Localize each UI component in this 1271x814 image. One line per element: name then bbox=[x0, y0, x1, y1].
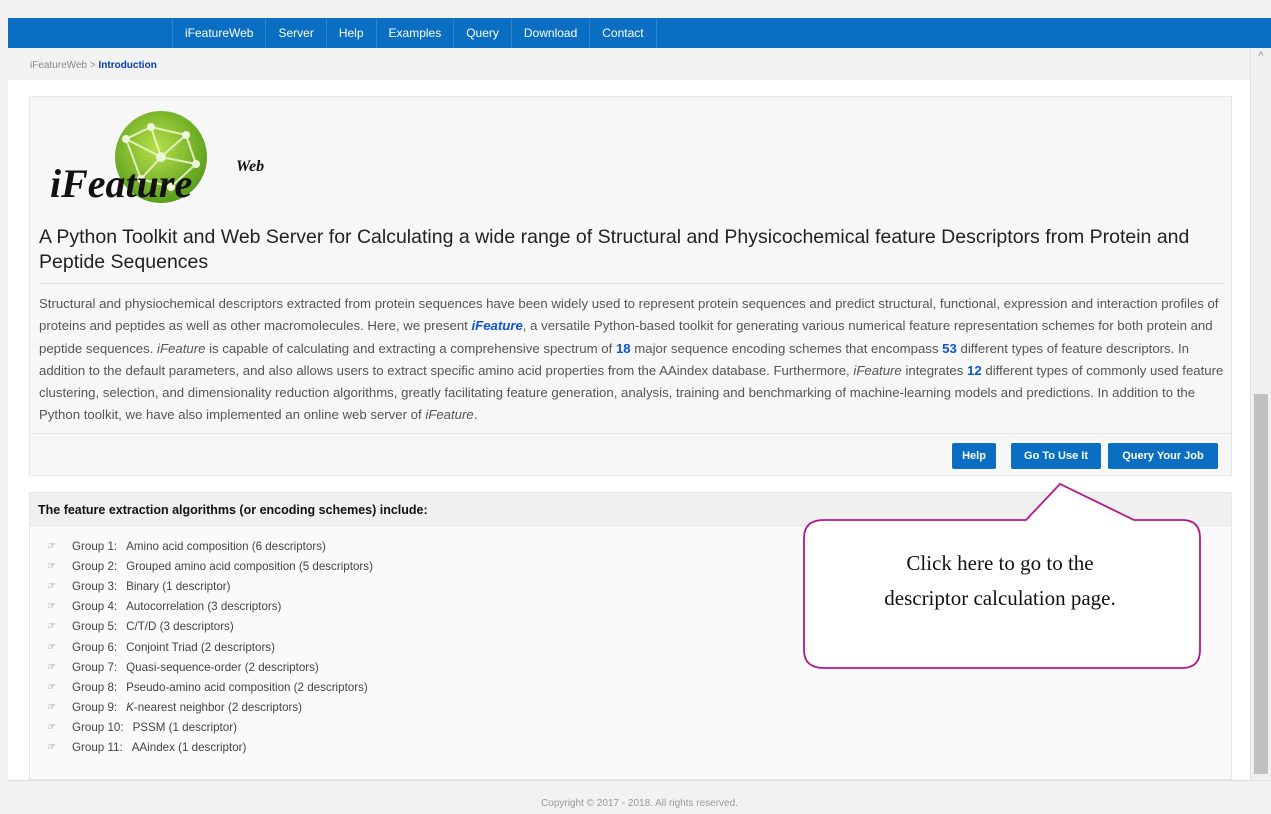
ifeature-logo: iFeature Web bbox=[50, 111, 264, 206]
callout-line-1: Click here to go to the bbox=[906, 551, 1094, 575]
list-item: ☞ Group 7: Quasi-sequence-order (2 descrip… bbox=[47, 660, 319, 674]
nav-items: iFeatureWeb Server Help Examples Query D… bbox=[172, 18, 657, 48]
hand-pointer-icon: ☞ bbox=[47, 580, 56, 592]
hand-pointer-icon: ☞ bbox=[47, 702, 56, 714]
top-navbar: iFeatureWeb Server Help Examples Query D… bbox=[8, 18, 1271, 48]
scroll-thumb[interactable] bbox=[1254, 394, 1268, 774]
list-item: ☞ Group 1: Amino acid composition (6 descr… bbox=[47, 539, 326, 553]
list-item: ☞ Group 5: C/T/D (3 descriptors) bbox=[47, 620, 234, 634]
hand-pointer-icon: ☞ bbox=[47, 742, 56, 754]
footer: Copyright © 2017 - 2018. All rights rese… bbox=[8, 780, 1271, 814]
page-title: A Python Toolkit and Web Server for Calc… bbox=[39, 226, 1190, 273]
help-button[interactable]: Help bbox=[952, 443, 996, 469]
nav-item-download[interactable]: Download bbox=[512, 18, 591, 48]
nav-item-help[interactable]: Help bbox=[327, 18, 377, 48]
title-divider bbox=[39, 283, 1223, 284]
go-to-use-it-button[interactable]: Go To Use It bbox=[1011, 443, 1101, 469]
query-your-job-button[interactable]: Query Your Job bbox=[1108, 443, 1218, 469]
hand-pointer-icon: ☞ bbox=[47, 540, 56, 552]
list-item: ☞ Group 6: Conjoint Triad (2 descriptors) bbox=[47, 640, 275, 654]
list-item: ☞ Group 8: Pseudo-amino acid composition (… bbox=[47, 680, 368, 694]
hand-pointer-icon: ☞ bbox=[47, 641, 56, 653]
breadcrumb-separator: > bbox=[87, 60, 99, 71]
hand-pointer-icon: ☞ bbox=[47, 681, 56, 693]
list-item: ☞ Group 2: Grouped amino acid composition … bbox=[47, 559, 373, 573]
list-item: ☞ Group 3: Binary (1 descriptor) bbox=[47, 579, 231, 593]
logo-superscript: Web bbox=[236, 158, 264, 175]
breadcrumb-root[interactable]: iFeatureWeb bbox=[30, 60, 87, 71]
count-descriptors: 53 bbox=[942, 340, 957, 356]
nav-item-server[interactable]: Server bbox=[266, 18, 327, 48]
callout-text: Click here to go to the descriptor calcu… bbox=[830, 546, 1170, 616]
scroll-up-arrow-icon[interactable]: ^ bbox=[1251, 48, 1271, 66]
brand-mention: iFeature bbox=[471, 318, 523, 334]
button-divider bbox=[30, 433, 1231, 434]
logo-wordmark: iFeature bbox=[50, 161, 192, 206]
list-item: ☞ Group 10: PSSM (1 descriptor) bbox=[47, 721, 237, 735]
nav-item-examples[interactable]: Examples bbox=[377, 18, 455, 48]
hand-pointer-icon: ☞ bbox=[47, 621, 56, 633]
breadcrumb-current: Introduction bbox=[98, 60, 157, 71]
count-encoding-schemes: 18 bbox=[615, 340, 631, 356]
list-item: ☞ Group 9: K -nearest neighbor (2 descripto… bbox=[47, 701, 303, 715]
hand-pointer-icon: ☞ bbox=[47, 560, 56, 572]
vertical-scrollbar[interactable]: ^ bbox=[1250, 48, 1271, 780]
feature-panel-title: The feature extraction algorithms (or en… bbox=[38, 503, 428, 517]
list-item: ☞ Group 4: Autocorrelation (3 descriptors) bbox=[47, 600, 282, 614]
hand-pointer-icon: ☞ bbox=[47, 601, 56, 613]
nav-item-contact[interactable]: Contact bbox=[590, 18, 657, 48]
hand-pointer-icon: ☞ bbox=[47, 661, 56, 673]
count-algorithms: 12 bbox=[967, 362, 982, 378]
feature-list: ☞ Group 1: Amino acid composition (6 descr… bbox=[47, 536, 373, 758]
intro-description: Structural and physiochemical descriptor… bbox=[39, 296, 1224, 423]
callout-line-2: descriptor calculation page. bbox=[884, 586, 1116, 610]
nav-item-query[interactable]: Query bbox=[454, 18, 512, 48]
hand-pointer-icon: ☞ bbox=[47, 722, 56, 734]
breadcrumb: iFeatureWeb > Introduction bbox=[30, 60, 157, 71]
intro-panel: iFeature Web A Python Toolkit and Web Se… bbox=[29, 96, 1232, 476]
nav-item-ifeatureweb[interactable]: iFeatureWeb bbox=[172, 18, 267, 48]
list-item: ☞ Group 11: AAindex (1 descriptor) bbox=[47, 741, 247, 755]
